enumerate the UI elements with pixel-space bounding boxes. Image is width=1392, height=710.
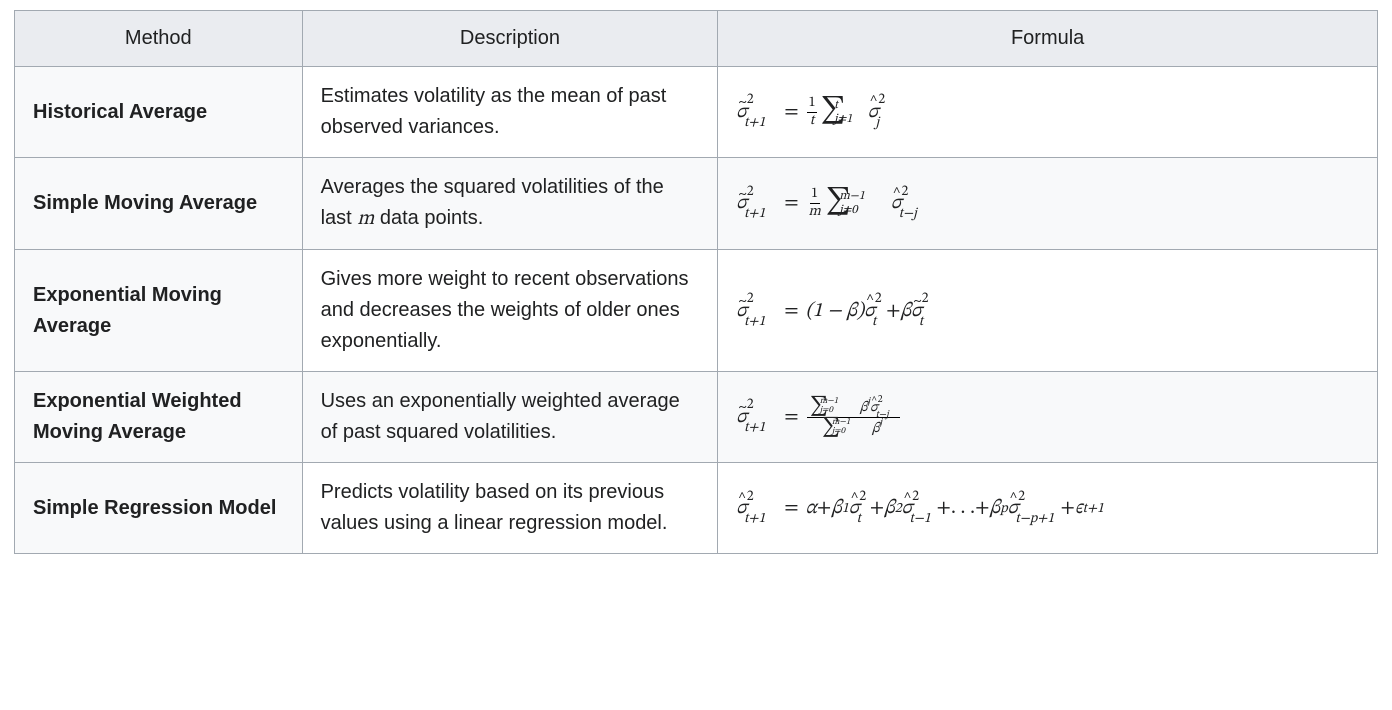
- inline-variable: m: [357, 209, 374, 229]
- col-header-method: Method: [15, 11, 303, 67]
- description-cell: Gives more weight to recent observations…: [302, 250, 718, 372]
- col-header-formula: Formula: [718, 11, 1378, 67]
- formula: σ~2t+1=∑m−1j=0βjσ^2t−j∑m−1j=0βj: [736, 397, 901, 437]
- formula-cell: σ~2t+1=1m∑m−1j=0σ^2t−j: [718, 158, 1378, 250]
- formula: σ~2t+1=1t∑tj=1σ^2j: [736, 95, 892, 129]
- volatility-methods-table: Method Description Formula Historical Av…: [14, 10, 1378, 554]
- table-row: Simple Regression ModelPredicts volatili…: [15, 463, 1378, 554]
- method-cell: Exponential Moving Average: [15, 250, 303, 372]
- description-cell: Estimates volatility as the mean of past…: [302, 67, 718, 158]
- table-row: Simple Moving AverageAverages the square…: [15, 158, 1378, 250]
- method-cell: Historical Average: [15, 67, 303, 158]
- method-cell: Simple Moving Average: [15, 158, 303, 250]
- description-cell: Predicts volatility based on its previou…: [302, 463, 718, 554]
- table-row: Exponential Weighted Moving AverageUses …: [15, 372, 1378, 463]
- table-row: Exponential Moving AverageGives more wei…: [15, 250, 1378, 372]
- table-row: Historical AverageEstimates volatility a…: [15, 67, 1378, 158]
- description-cell: Uses an exponentially weighted average o…: [302, 372, 718, 463]
- formula-cell: σ~2t+1=1t∑tj=1σ^2j: [718, 67, 1378, 158]
- table-header-row: Method Description Formula: [15, 11, 1378, 67]
- method-cell: Simple Regression Model: [15, 463, 303, 554]
- formula: σ^2t+1=α + β1σ^2t + β2σ^2t−1 + . . . + β…: [736, 493, 1104, 524]
- formula-cell: σ~2t+1=∑m−1j=0βjσ^2t−j∑m−1j=0βj: [718, 372, 1378, 463]
- formula-cell: σ^2t+1=α + β1σ^2t + β2σ^2t−1 + . . . + β…: [718, 463, 1378, 554]
- description-text: data points.: [374, 207, 483, 229]
- description-cell: Averages the squared volatilities of the…: [302, 158, 718, 250]
- formula: σ~2t+1=1m∑m−1j=0σ^2t−j: [736, 186, 928, 220]
- formula: σ~2t+1=(1 − β)σ^2t + βσ~2t: [736, 296, 933, 327]
- method-cell: Exponential Weighted Moving Average: [15, 372, 303, 463]
- formula-cell: σ~2t+1=(1 − β)σ^2t + βσ~2t: [718, 250, 1378, 372]
- col-header-description: Description: [302, 11, 718, 67]
